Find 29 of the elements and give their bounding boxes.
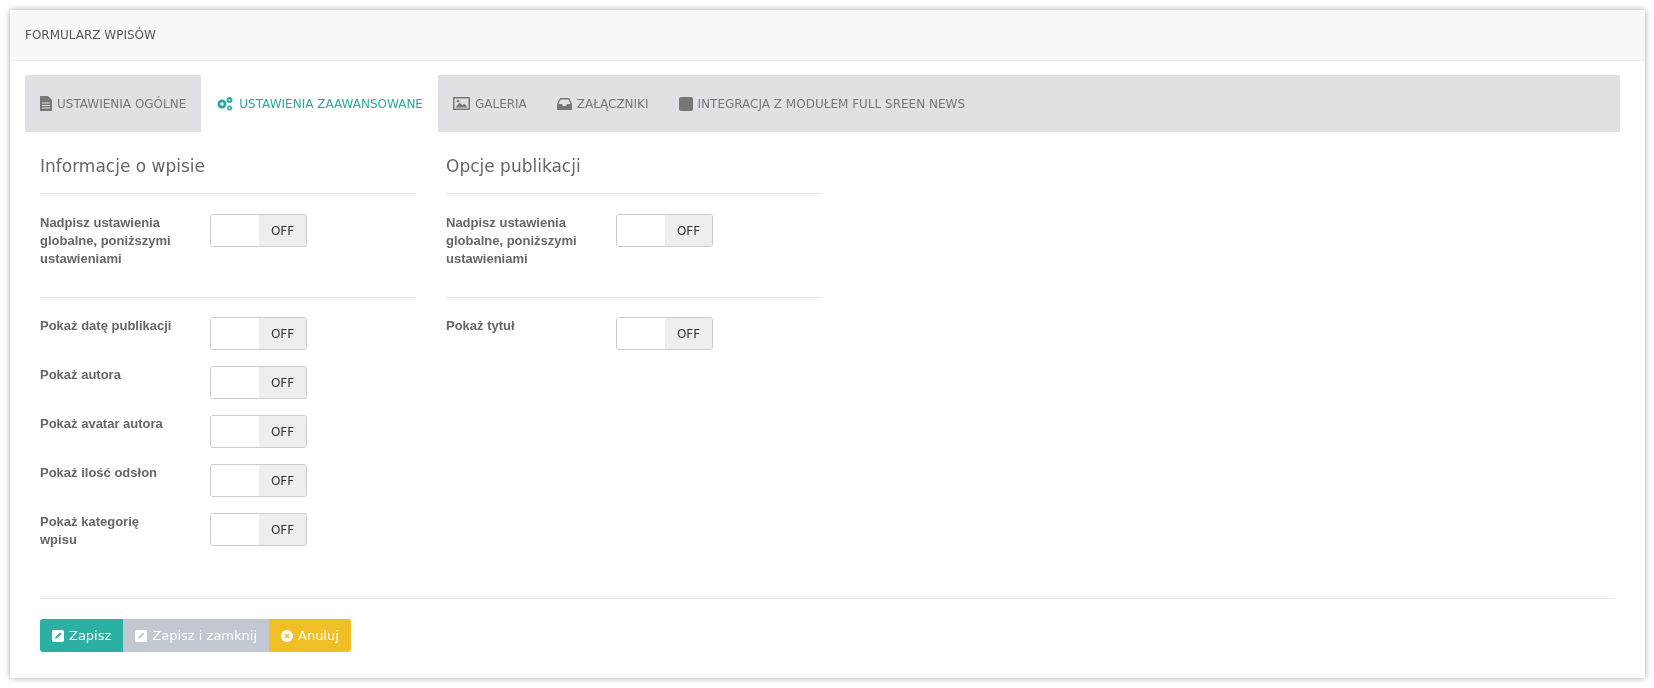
setting-label: Nadpisz ustawienia globalne, poniższymi ustawieniami (40, 214, 172, 268)
setting-label: Pokaż ilość odsłon (40, 464, 159, 482)
document-icon (40, 96, 52, 111)
edit-icon (52, 629, 64, 642)
section-heading: Informacje o wpisie (40, 132, 416, 194)
toggle-switch[interactable]: OFF (210, 464, 307, 497)
edit-icon (135, 629, 148, 642)
setting-label: Pokaż tytuł (446, 317, 516, 335)
section-heading: Opcje publikacji (446, 132, 822, 194)
gears-icon (216, 96, 235, 111)
toggle-switch[interactable]: OFF (616, 317, 713, 350)
toggle-switch[interactable]: OFF (210, 366, 307, 399)
toggle-switch[interactable]: OFF (210, 317, 307, 350)
toggle-switch[interactable]: OFF (210, 513, 307, 546)
setting-label: Pokaż avatar autora (40, 415, 164, 433)
tab[interactable]: ZAŁĄCZNIKI (541, 75, 664, 132)
image-icon (452, 97, 470, 110)
inbox-icon (556, 97, 572, 110)
toggle-switch[interactable]: OFF (210, 214, 307, 247)
setting-label: Pokaż datę publikacji (40, 317, 173, 335)
toggle-switch[interactable]: OFF (210, 415, 307, 448)
toggle-switch[interactable]: OFF (616, 214, 713, 247)
setting-label: Pokaż autora (40, 366, 122, 384)
cancel-icon (281, 629, 293, 642)
square-icon (678, 96, 693, 111)
tab[interactable]: INTEGRACJA Z MODUŁEM FULL SREEN NEWS (663, 75, 980, 132)
setting-label: Pokaż kategorię wpisu (40, 513, 140, 549)
panel-title: FORMULARZ WPISÓW (25, 28, 156, 42)
setting-label: Nadpisz ustawienia globalne, poniższymi ustawieniami (446, 214, 578, 268)
